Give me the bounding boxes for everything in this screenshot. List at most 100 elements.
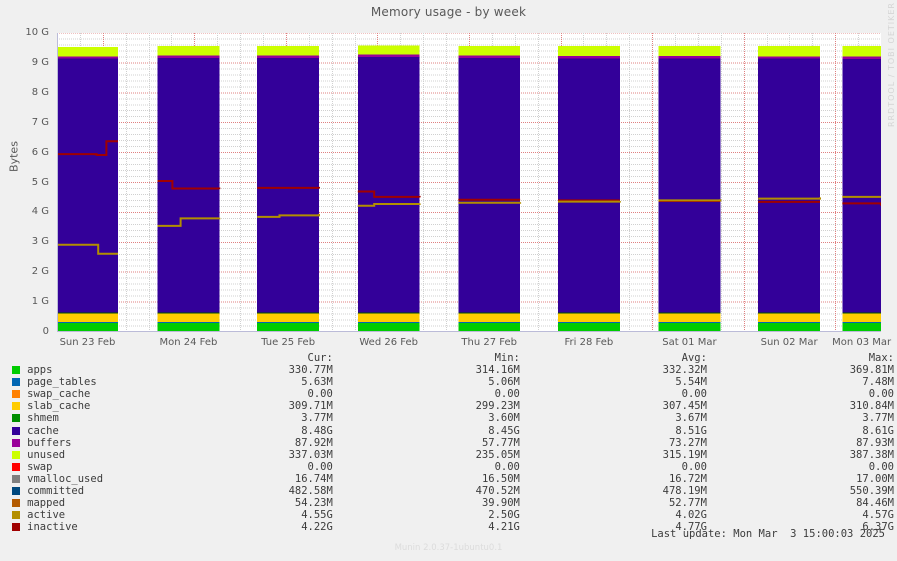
legend-spacer-cell [333, 521, 385, 533]
legend-swatch-cell [4, 364, 27, 376]
legend-spacer-cell [520, 352, 572, 364]
area-band-cache [157, 57, 220, 313]
legend-spacer-cell [333, 376, 385, 388]
legend-value-max: 387.38M [849, 448, 894, 461]
legend-series-name[interactable]: swap_cache [27, 388, 198, 400]
legend-value-max: 0.00 [868, 388, 894, 401]
legend-row[interactable]: slab_cache 309.71M 299.23M 307.45M 310.84M [4, 400, 894, 412]
legend-value-cur: 4.55G [301, 509, 333, 522]
area-band-apps [57, 322, 118, 332]
legend-spacer-cell [520, 400, 572, 412]
area-band-apps [157, 322, 220, 332]
legend-series-name[interactable]: page_tables [27, 376, 198, 388]
legend-value-avg: 52.77M [668, 497, 707, 510]
legend-spacer-cell [333, 449, 385, 461]
last-update-text: Last update: Mon Mar 3 15:00:03 2025 [651, 528, 885, 540]
area-band-shmem [658, 312, 721, 314]
area-band-unused [557, 46, 620, 57]
legend-row[interactable]: apps 330.77M 314.16M 332.32M 369.81M [4, 364, 894, 376]
legend-value-max: 7.48M [862, 376, 894, 389]
y-tick-label: 3 G [31, 236, 49, 248]
legend-series-name[interactable]: swap [27, 461, 198, 473]
legend-spacer-cell [707, 497, 759, 509]
area-band-shmem [557, 312, 620, 314]
area-band-cache [257, 57, 320, 313]
area-band-slab_cache [357, 312, 420, 322]
legend-value-cur: 330.77M [288, 364, 333, 377]
legend-swatch-cell [4, 400, 27, 412]
legend-row[interactable]: shmem 3.77M 3.60M 3.67M 3.77M [4, 412, 894, 424]
area-band-apps [842, 322, 881, 332]
area-band-unused [758, 46, 821, 57]
color-swatch-icon [11, 414, 20, 423]
area-band-page_tables [557, 321, 620, 323]
legend-row[interactable]: page_tables 5.63M 5.06M 5.54M 7.48M [4, 376, 894, 388]
legend-row[interactable]: swap_cache 0.00 0.00 0.00 0.00 [4, 388, 894, 400]
legend-header-cur: Cur: [307, 352, 333, 364]
legend-swatch-cell [4, 461, 27, 473]
legend-row[interactable]: active 4.55G 2.50G 4.02G 4.57G [4, 509, 894, 521]
color-swatch-icon [11, 499, 20, 508]
munin-graph-page: Memory usage - by week RRDTOOL / TOBI OE… [0, 0, 897, 561]
legend-spacer-cell [707, 485, 759, 497]
area-band-page_tables [57, 321, 118, 323]
area-band-cache [658, 58, 721, 313]
chart-canvas [57, 33, 881, 332]
legend-value-avg: 478.19M [662, 485, 707, 498]
page-title: Memory usage - by week [370, 5, 527, 19]
legend-spacer-cell [520, 473, 572, 485]
area-band-apps [557, 322, 620, 332]
legend-series-name[interactable]: slab_cache [27, 400, 198, 412]
legend-spacer-cell [707, 364, 759, 376]
legend-value-cur: 482.58M [288, 485, 333, 498]
legend-spacer-cell [707, 437, 759, 449]
legend-series-name[interactable]: active [27, 509, 198, 521]
legend-row[interactable]: cache 8.48G 8.45G 8.51G 8.61G [4, 425, 894, 437]
legend-series-name[interactable]: vmalloc_used [27, 473, 198, 485]
legend-row[interactable]: vmalloc_used 16.74M 16.50M 16.72M 17.00M [4, 473, 894, 485]
legend-series-name[interactable]: cache [27, 425, 198, 437]
area-band-shmem [357, 312, 420, 314]
area-band-shmem [157, 312, 220, 314]
area-band-shmem [458, 312, 521, 314]
legend-row[interactable]: committed 482.58M 470.52M 478.19M 550.39M [4, 485, 894, 497]
legend-series-name[interactable]: apps [27, 364, 198, 376]
legend-value-max: 550.39M [849, 485, 894, 498]
legend-series-name[interactable]: committed [27, 485, 198, 497]
legend-row[interactable]: mapped 54.23M 39.90M 52.77M 84.46M [4, 497, 894, 509]
x-tick-label: Thu 27 Feb [461, 337, 517, 348]
legend-series-name[interactable]: inactive [27, 521, 198, 533]
x-tick-label: Mon 24 Feb [159, 337, 218, 348]
legend-series-name[interactable]: shmem [27, 412, 198, 424]
area-band-apps [658, 322, 721, 332]
area-band-slab_cache [658, 312, 721, 322]
legend-series-name[interactable]: mapped [27, 497, 198, 509]
legend-spacer-cell [520, 449, 572, 461]
area-band-slab_cache [557, 312, 620, 322]
legend-value-max: 84.46M [856, 497, 894, 510]
legend-grid: Cur: Min: Avg: Max: apps 330.77M 314.16M 332.32… [4, 352, 894, 533]
y-tick-label: 10 G [25, 27, 49, 38]
color-swatch-icon [11, 426, 20, 435]
legend-swatch-cell [4, 509, 27, 521]
line-inactive [257, 186, 320, 189]
legend-value-min: 39.90M [481, 497, 520, 510]
legend-value-cur: 0.00 [307, 460, 333, 473]
legend-value-min: 314.16M [475, 364, 520, 377]
legend-swatch-cell [4, 412, 27, 424]
legend-spacer-cell [520, 509, 572, 521]
legend-swatch-cell [4, 521, 27, 533]
area-band-apps [458, 322, 521, 332]
legend-series-name[interactable]: unused [27, 449, 198, 461]
legend-spacer-cell [707, 461, 759, 473]
legend-series-name[interactable]: buffers [27, 437, 198, 449]
legend-row[interactable]: swap 0.00 0.00 0.00 0.00 [4, 461, 894, 473]
legend-header-avg: Avg: [681, 352, 707, 364]
area-band-apps [357, 322, 420, 332]
color-swatch-icon [11, 487, 20, 496]
legend-value-avg: 0.00 [681, 460, 707, 473]
legend-spacer-cell [333, 364, 385, 376]
legend-value-avg: 5.54M [675, 376, 707, 389]
legend-row[interactable]: unused 337.03M 235.05M 315.19M 387.38M [4, 449, 894, 461]
legend-row[interactable]: buffers 87.92M 57.77M 73.27M 87.93M [4, 437, 894, 449]
